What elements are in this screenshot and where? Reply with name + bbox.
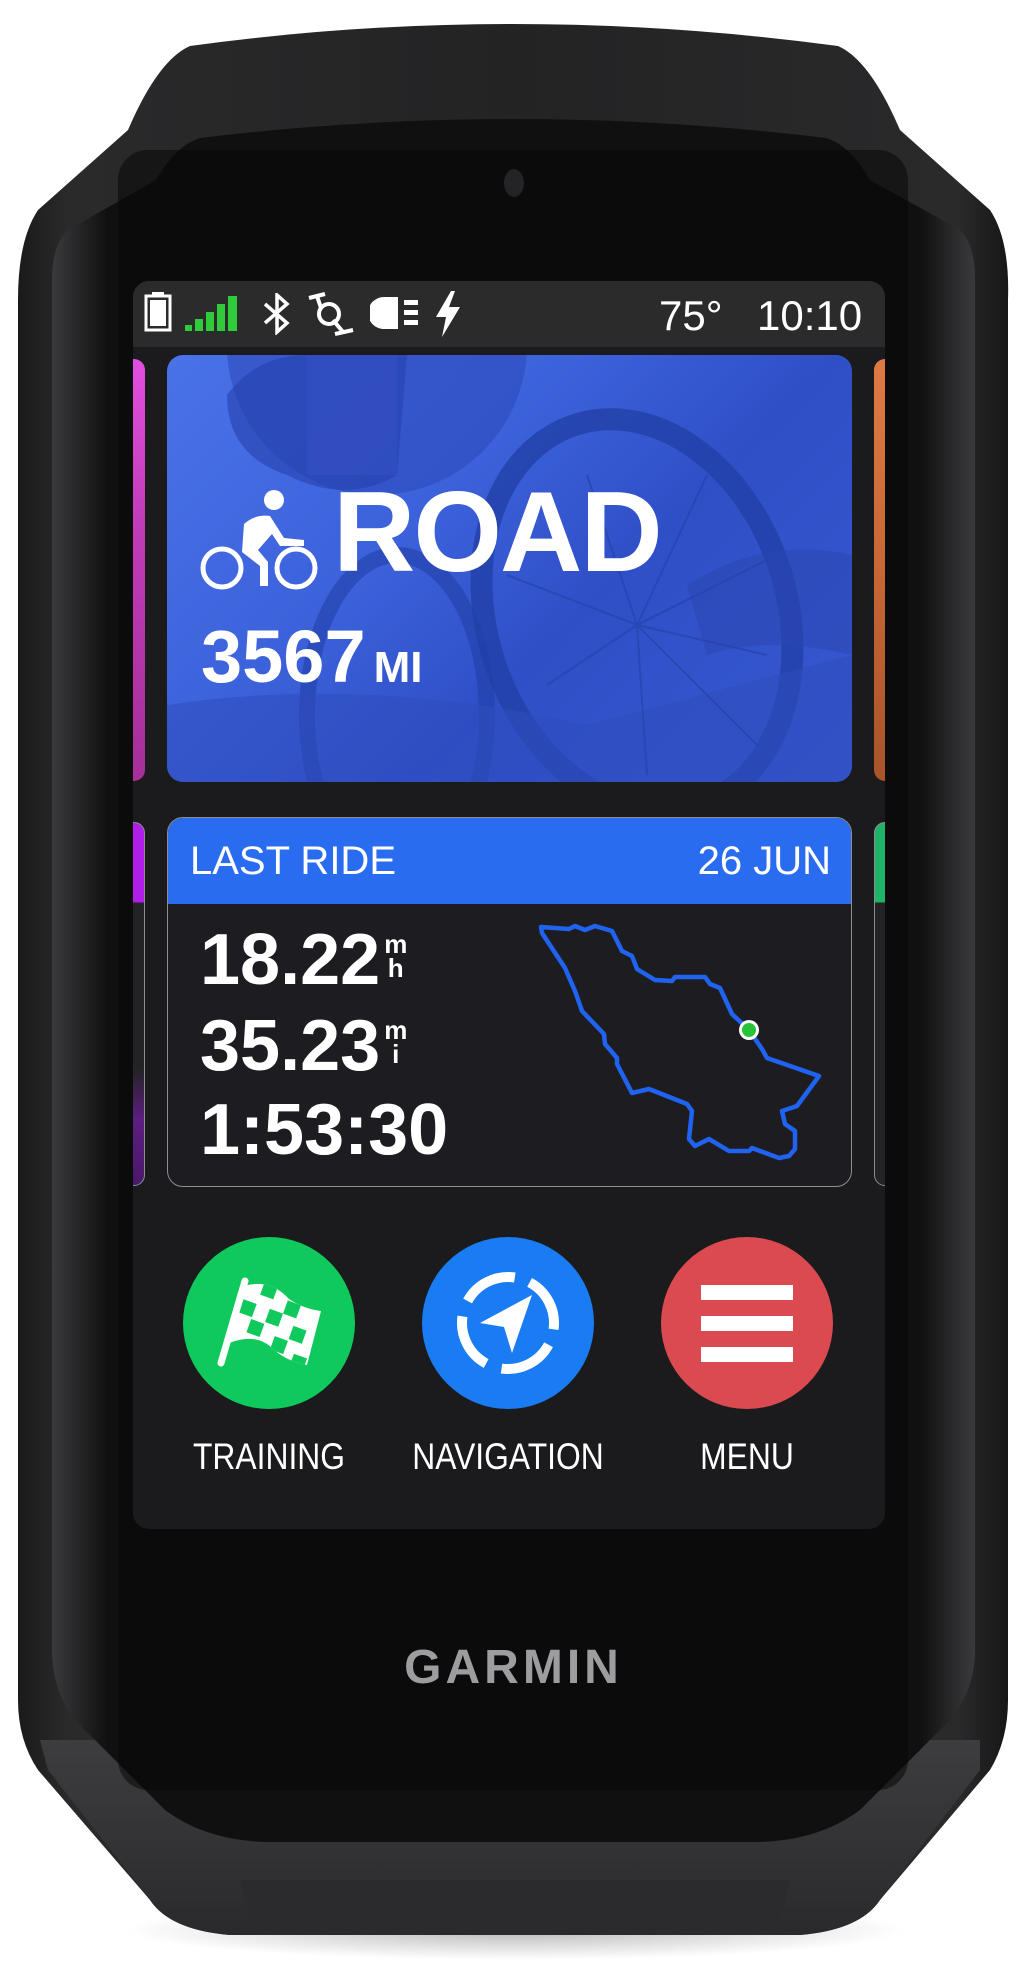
navigation-label[interactable]: NAVIGATION — [405, 1435, 611, 1479]
route-map-icon — [538, 923, 822, 1161]
status-bar: 75° 10:10 — [133, 281, 885, 347]
next-summary-card[interactable] — [874, 822, 885, 1186]
menu-line-1 — [701, 1285, 793, 1300]
bluetooth-icon — [263, 293, 290, 335]
navigation-arrow-icon — [457, 1272, 559, 1374]
distance-unit: mi — [384, 1015, 408, 1069]
route-line — [538, 923, 822, 1161]
route-marker — [742, 1023, 756, 1037]
clock: 10:10 — [757, 292, 863, 339]
charging-bolt-icon — [436, 291, 460, 337]
speed-value: 18.22 — [200, 920, 381, 1000]
last-ride-header: LAST RIDE 26 JUN — [168, 818, 851, 904]
previous-profile-card[interactable] — [133, 359, 145, 781]
bike-light-icon — [370, 297, 418, 329]
last-ride-card[interactable]: LAST RIDE 26 JUN 18.22 m h 35.23 m i 1:53:30 — [167, 817, 852, 1187]
distance-value: 35.23 — [200, 1006, 381, 1086]
training-label[interactable]: TRAINING — [166, 1435, 372, 1479]
training-button[interactable] — [183, 1237, 355, 1409]
last-ride-duration: 1:53:30 — [200, 1090, 448, 1170]
menu-line-2 — [701, 1316, 793, 1331]
last-ride-speed: 18.22 m h — [200, 920, 407, 1000]
menu-line-3 — [701, 1347, 793, 1362]
menu-button[interactable] — [661, 1237, 833, 1409]
duration-value: 1:53:30 — [200, 1090, 449, 1170]
device-screen: 75° 10:10 ROAD 3567 MI LAST RIDE 26 JUN … — [133, 281, 885, 1529]
previous-summary-card[interactable] — [133, 822, 145, 1186]
navigation-button[interactable] — [422, 1237, 594, 1409]
checkered-flag-icon — [217, 1277, 321, 1367]
menu-label[interactable]: MENU — [644, 1435, 850, 1479]
activity-profile-card[interactable]: ROAD 3567 MI — [167, 355, 852, 782]
last-ride-distance: 35.23 m i — [200, 1006, 407, 1086]
next-profile-card[interactable] — [874, 359, 885, 781]
brand-logo: GARMIN — [404, 1641, 623, 1694]
carousel-page-indicator — [167, 355, 852, 782]
last-ride-title: LAST RIDE — [190, 839, 396, 883]
temperature: 75° — [659, 292, 723, 339]
sensor-icon — [308, 292, 354, 336]
speed-unit: mh — [384, 929, 408, 983]
last-ride-date: 26 JUN — [697, 839, 831, 883]
battery-icon — [144, 292, 172, 332]
signal-strength-icon — [185, 296, 237, 331]
